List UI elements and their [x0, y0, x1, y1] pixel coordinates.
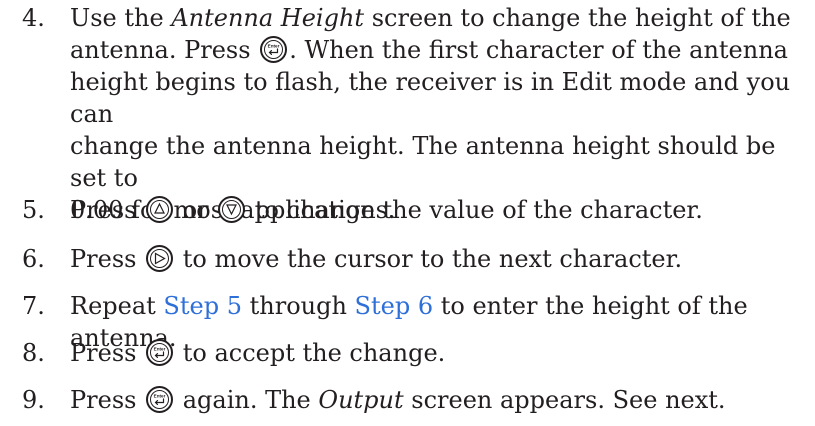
step-text: Press Enter to accept the change.	[70, 337, 810, 369]
text-run: Press	[70, 245, 145, 273]
text-line: Use the Antenna Height screen to change …	[70, 2, 810, 34]
text-run: again. The	[175, 386, 319, 414]
text-line: Press to move the cursor to the next cha…	[70, 243, 810, 275]
step-text: Use the Antenna Height screen to change …	[70, 2, 810, 226]
text-run: Press	[70, 196, 145, 224]
text-line: antenna. Press Enter . When the first cha…	[70, 34, 810, 66]
up-arrow-key-icon	[146, 196, 174, 223]
text-run: or	[175, 196, 217, 224]
step-text: Press to move the cursor to the next cha…	[70, 243, 810, 275]
step-number: 9.	[22, 386, 45, 414]
step-cross-reference-link[interactable]: Step 6	[355, 292, 434, 320]
enter-key-icon: Enter	[260, 36, 288, 63]
text-run: antenna. Press	[70, 36, 259, 64]
text-run: . When the first character of the antenn…	[289, 36, 788, 64]
text-run: to move the cursor to the next character…	[175, 245, 683, 273]
text-line: height begins to flash, the receiver is …	[70, 66, 810, 130]
text-run: change the antenna height. The antenna h…	[70, 132, 776, 192]
svg-text:Enter: Enter	[154, 394, 166, 399]
text-run: screen appears. See next.	[403, 386, 726, 414]
step-number: 5.	[22, 196, 45, 224]
screen-name: Antenna Height	[171, 4, 365, 32]
text-run: Press	[70, 339, 145, 367]
step-cross-reference-link[interactable]: Step 5	[163, 292, 242, 320]
text-run: to change the value of the character.	[247, 196, 703, 224]
svg-text:Enter: Enter	[154, 347, 166, 352]
text-run: Press	[70, 386, 145, 414]
svg-text:Enter: Enter	[268, 44, 280, 49]
step-text: Press or to change the value of the char…	[70, 194, 810, 226]
text-line: Press Enter to accept the change.	[70, 337, 810, 369]
text-run: screen to change the height of the	[364, 4, 791, 32]
text-line: Press or to change the value of the char…	[70, 194, 810, 226]
text-line: change the antenna height. The antenna h…	[70, 130, 810, 194]
step-number: 8.	[22, 339, 45, 367]
text-run: height begins to flash, the receiver is …	[70, 68, 791, 128]
right-arrow-key-icon	[146, 245, 174, 272]
text-run: Use the	[70, 4, 172, 32]
step-number: 7.	[22, 292, 45, 320]
text-run: Repeat	[70, 292, 164, 320]
screen-name: Output	[318, 386, 404, 414]
text-line: Press Enter again. The Output screen app…	[70, 384, 810, 416]
step-number: 4.	[22, 4, 45, 32]
text-run: to accept the change.	[175, 339, 446, 367]
step-number: 6.	[22, 245, 45, 273]
instruction-page: 4. Use the Antenna Height screen to chang…	[0, 0, 815, 426]
step-text: Press Enter again. The Output screen app…	[70, 384, 810, 416]
enter-key-icon: Enter	[146, 339, 174, 366]
enter-key-icon: Enter	[146, 386, 174, 413]
text-run: through	[241, 292, 355, 320]
down-arrow-key-icon	[218, 196, 246, 223]
